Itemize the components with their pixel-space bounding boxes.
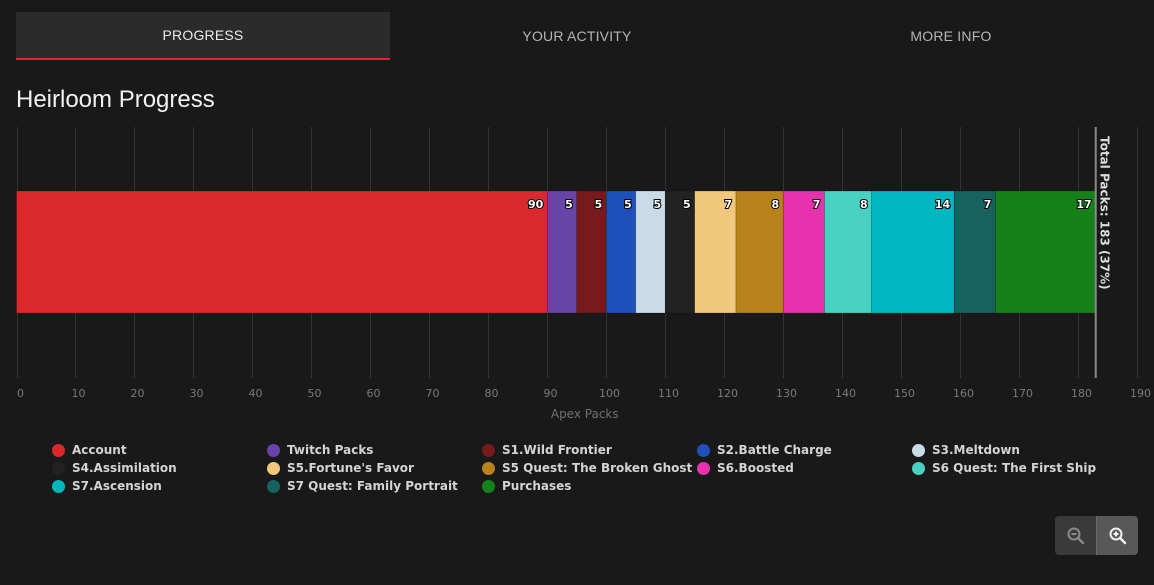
- legend-color-dot: [912, 461, 925, 475]
- x-tick-label: 100: [599, 387, 620, 400]
- legend-label: S2.Battle Charge: [717, 443, 832, 457]
- legend-color-dot: [697, 443, 710, 457]
- data-label: 5: [624, 198, 632, 211]
- legend-item[interactable]: S1.Wild Frontier: [482, 442, 697, 458]
- x-tick-label: 40: [249, 387, 263, 400]
- zoom-in-icon: [1109, 527, 1126, 544]
- x-tick-label: 10: [72, 387, 86, 400]
- x-tick-label: 170: [1012, 387, 1033, 400]
- zoom-controls: [1055, 516, 1138, 555]
- data-label: 17: [1076, 198, 1091, 211]
- data-label: 5: [565, 198, 573, 211]
- legend-label: S1.Wild Frontier: [502, 443, 612, 457]
- data-label: 7: [984, 198, 992, 211]
- bar-segment[interactable]: [16, 190, 548, 314]
- legend-color-dot: [482, 479, 495, 493]
- x-tick-label: 180: [1071, 387, 1092, 400]
- legend-color-dot: [482, 461, 495, 475]
- x-tick-label: 20: [131, 387, 145, 400]
- data-label: 5: [595, 198, 603, 211]
- legend-item[interactable]: Purchases: [482, 478, 697, 494]
- legend-item[interactable]: S5.Fortune's Favor: [267, 460, 482, 476]
- data-label: 8: [860, 198, 868, 211]
- x-tick-label: 150: [894, 387, 915, 400]
- x-tick-label: 140: [835, 387, 856, 400]
- legend-label: S4.Assimilation: [72, 461, 177, 475]
- legend-label: Account: [72, 443, 127, 457]
- total-packs-label: Total Packs: 183 (37%): [1098, 136, 1112, 290]
- legend-label: S3.Meltdown: [932, 443, 1020, 457]
- x-axis-title: Apex Packs: [551, 407, 619, 421]
- x-tick-label: 160: [953, 387, 974, 400]
- legend-label: S7 Quest: Family Portrait: [287, 479, 458, 493]
- legend-item[interactable]: S6 Quest: The First Ship: [912, 460, 1127, 476]
- legend-label: S5.Fortune's Favor: [287, 461, 414, 475]
- data-label: 8: [772, 198, 780, 211]
- legend-color-dot: [267, 461, 280, 475]
- data-label: 7: [724, 198, 732, 211]
- legend-item[interactable]: Twitch Packs: [267, 442, 482, 458]
- x-tick-label: 130: [776, 387, 797, 400]
- legend-color-dot: [52, 461, 65, 475]
- legend-color-dot: [52, 479, 65, 493]
- legend-color-dot: [267, 479, 280, 493]
- legend-color-dot: [52, 443, 65, 457]
- legend-item[interactable]: S7.Ascension: [52, 478, 267, 494]
- zoom-in-button[interactable]: [1096, 516, 1138, 555]
- legend-color-dot: [482, 443, 495, 457]
- chart-legend: Account Twitch Packs S1.Wild Frontier S2.Ba…: [52, 442, 1142, 494]
- x-tick-label: 30: [190, 387, 204, 400]
- zoom-out-button[interactable]: [1055, 516, 1096, 555]
- x-tick-label: 90: [544, 387, 558, 400]
- x-tick-label: 60: [367, 387, 381, 400]
- legend-label: Twitch Packs: [287, 443, 374, 457]
- stacked-bars: [16, 190, 1096, 314]
- data-label: 5: [654, 198, 662, 211]
- heirloom-progress-chart: 90 5 5 5 5 5 7 8 7 8 14 7 17 0 10 20 30 40 50 60 70 80 90 100 1…: [16, 127, 1151, 421]
- x-tick-label: 110: [658, 387, 679, 400]
- data-label: 90: [528, 198, 544, 211]
- x-axis-ticks: 0 10 20 30 40 50 60 70 80 90 100 110 120 130 140 150 160…: [17, 387, 1151, 400]
- legend-item[interactable]: S3.Meltdown: [912, 442, 1127, 458]
- legend-item[interactable]: S5 Quest: The Broken Ghost: [482, 460, 697, 476]
- legend-item[interactable]: Account: [52, 442, 267, 458]
- x-tick-label: 80: [485, 387, 499, 400]
- legend-color-dot: [912, 443, 925, 457]
- data-label: 7: [813, 198, 821, 211]
- x-tick-label: 70: [426, 387, 440, 400]
- legend-item[interactable]: S2.Battle Charge: [697, 442, 912, 458]
- zoom-out-icon: [1067, 527, 1084, 544]
- legend-item[interactable]: S7 Quest: Family Portrait: [267, 478, 482, 494]
- x-tick-label: 190: [1130, 387, 1151, 400]
- legend-label: Purchases: [502, 479, 572, 493]
- data-label: 5: [683, 198, 691, 211]
- legend-label: S6.Boosted: [717, 461, 794, 475]
- legend-color-dot: [697, 461, 710, 475]
- x-tick-label: 120: [717, 387, 738, 400]
- total-packs-plot-line: Total Packs: 183 (37%): [1094, 127, 1112, 378]
- legend-color-dot: [267, 443, 280, 457]
- legend-item[interactable]: S6.Boosted: [697, 460, 912, 476]
- legend-label: S6 Quest: The First Ship: [932, 461, 1097, 475]
- data-label: 14: [935, 198, 951, 211]
- x-tick-label: 50: [308, 387, 322, 400]
- legend-label: S7.Ascension: [72, 479, 162, 493]
- legend-item[interactable]: S4.Assimilation: [52, 460, 267, 476]
- legend-label: S5 Quest: The Broken Ghost: [502, 461, 693, 475]
- x-tick-label: 0: [17, 387, 24, 400]
